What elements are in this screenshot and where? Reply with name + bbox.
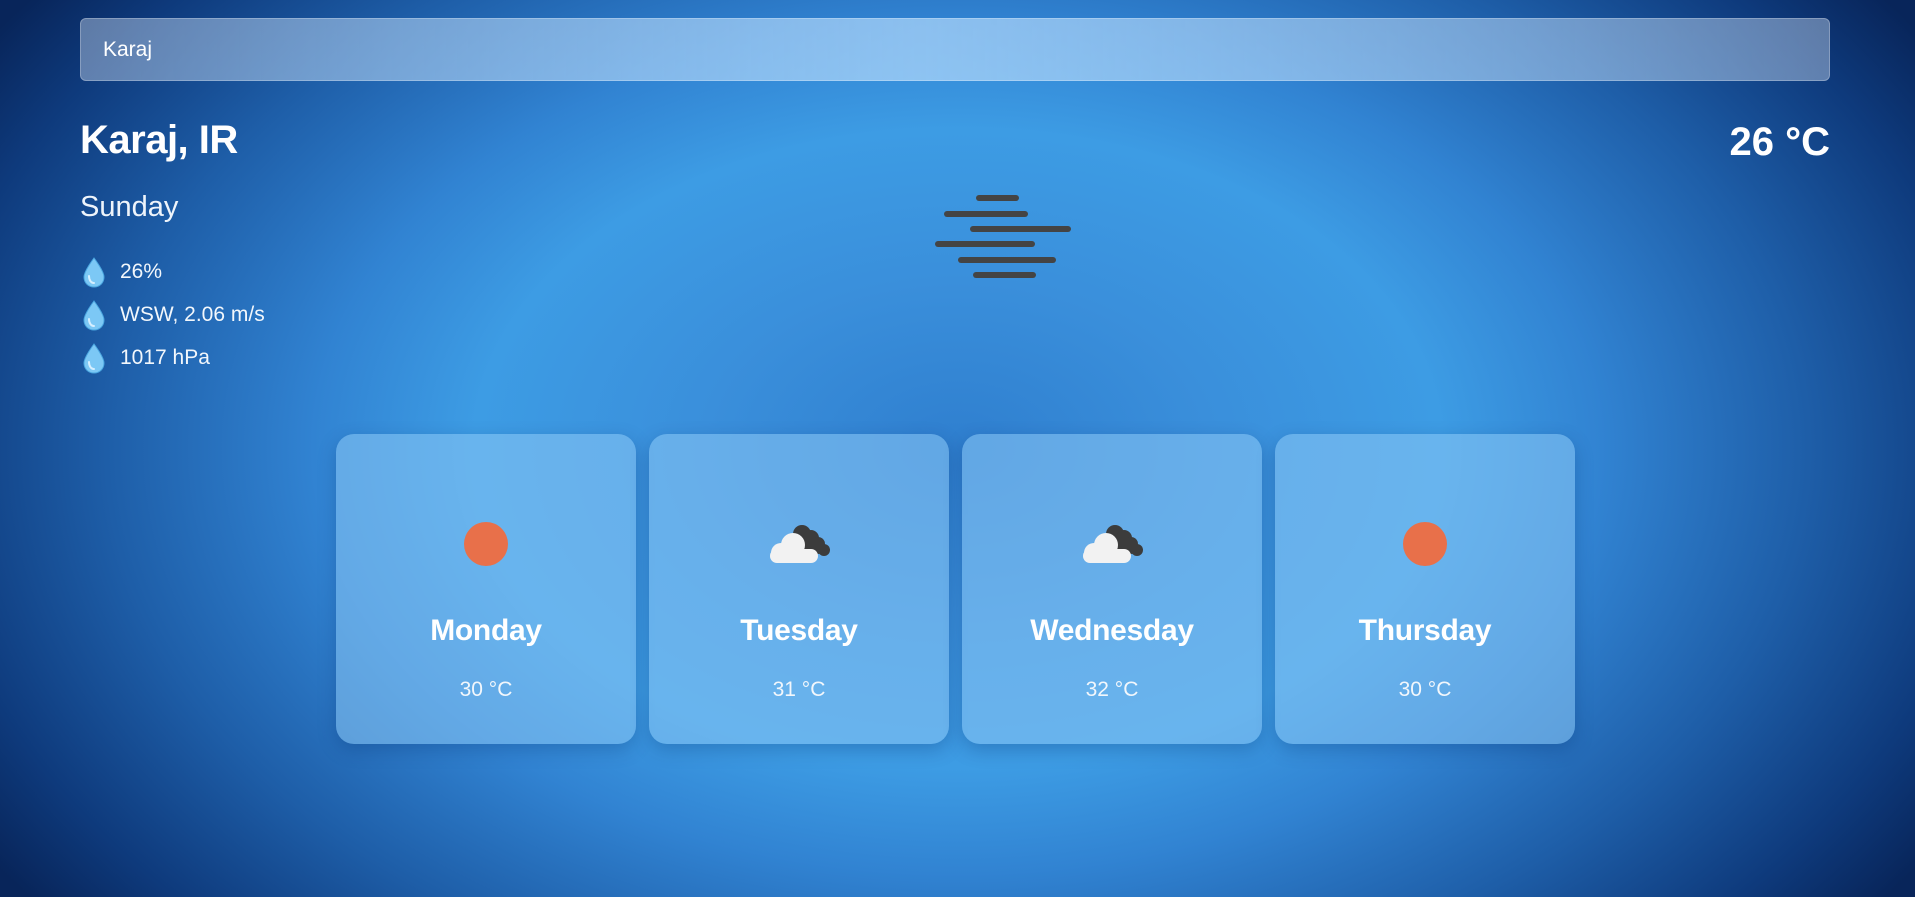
forecast-temperature: 30 °C bbox=[459, 678, 513, 701]
search-input[interactable] bbox=[103, 19, 1829, 80]
forecast-temperature: 30 °C bbox=[1398, 678, 1452, 701]
forecast-day: Thursday bbox=[1358, 614, 1492, 647]
forecast-card-thursday: Thursday 30 °C bbox=[1275, 434, 1575, 744]
water-drop-icon bbox=[83, 256, 105, 288]
forecast-day: Wednesday bbox=[1030, 614, 1194, 647]
current-temperature: 26 °C bbox=[1729, 120, 1831, 164]
wind-item: WSW, 2.06 m/s bbox=[80, 293, 265, 336]
forecast-temperature: 32 °C bbox=[1085, 678, 1139, 701]
water-drop-icon bbox=[83, 342, 105, 374]
search-bar[interactable] bbox=[80, 18, 1830, 81]
current-day: Sunday bbox=[80, 191, 179, 223]
sun-icon bbox=[464, 522, 508, 566]
forecast-day: Tuesday bbox=[740, 614, 858, 647]
humidity-value: 26% bbox=[120, 259, 163, 283]
forecast-day: Monday bbox=[430, 614, 542, 647]
cloudy-icon bbox=[770, 525, 830, 563]
cloudy-icon bbox=[1083, 525, 1143, 563]
pressure-item: 1017 hPa bbox=[80, 336, 265, 379]
sun-icon bbox=[1403, 522, 1447, 566]
mist-icon bbox=[935, 195, 1071, 278]
forecast-card-monday: Monday 30 °C bbox=[336, 434, 636, 744]
wind-value: WSW, 2.06 m/s bbox=[120, 302, 265, 326]
pressure-value: 1017 hPa bbox=[120, 345, 210, 369]
forecast-card-tuesday: Tuesday 31 °C bbox=[649, 434, 949, 744]
forecast-temperature: 31 °C bbox=[772, 678, 826, 701]
humidity-item: 26% bbox=[80, 250, 265, 293]
forecast-list: Monday 30 °C Tuesday 31 °C Wednesday 32 … bbox=[336, 434, 1575, 744]
city-name: Karaj, IR bbox=[80, 118, 238, 162]
weather-details: 26% WSW, 2.06 m/s 1017 hPa bbox=[80, 250, 265, 379]
forecast-card-wednesday: Wednesday 32 °C bbox=[962, 434, 1262, 744]
water-drop-icon bbox=[83, 299, 105, 331]
